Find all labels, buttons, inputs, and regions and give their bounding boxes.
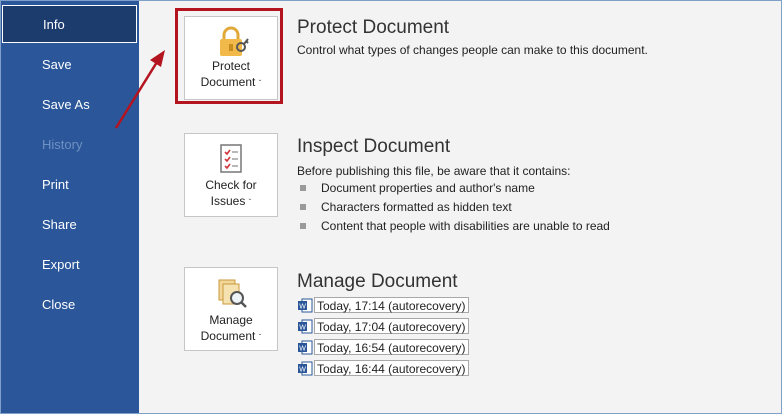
window-border <box>0 0 782 414</box>
